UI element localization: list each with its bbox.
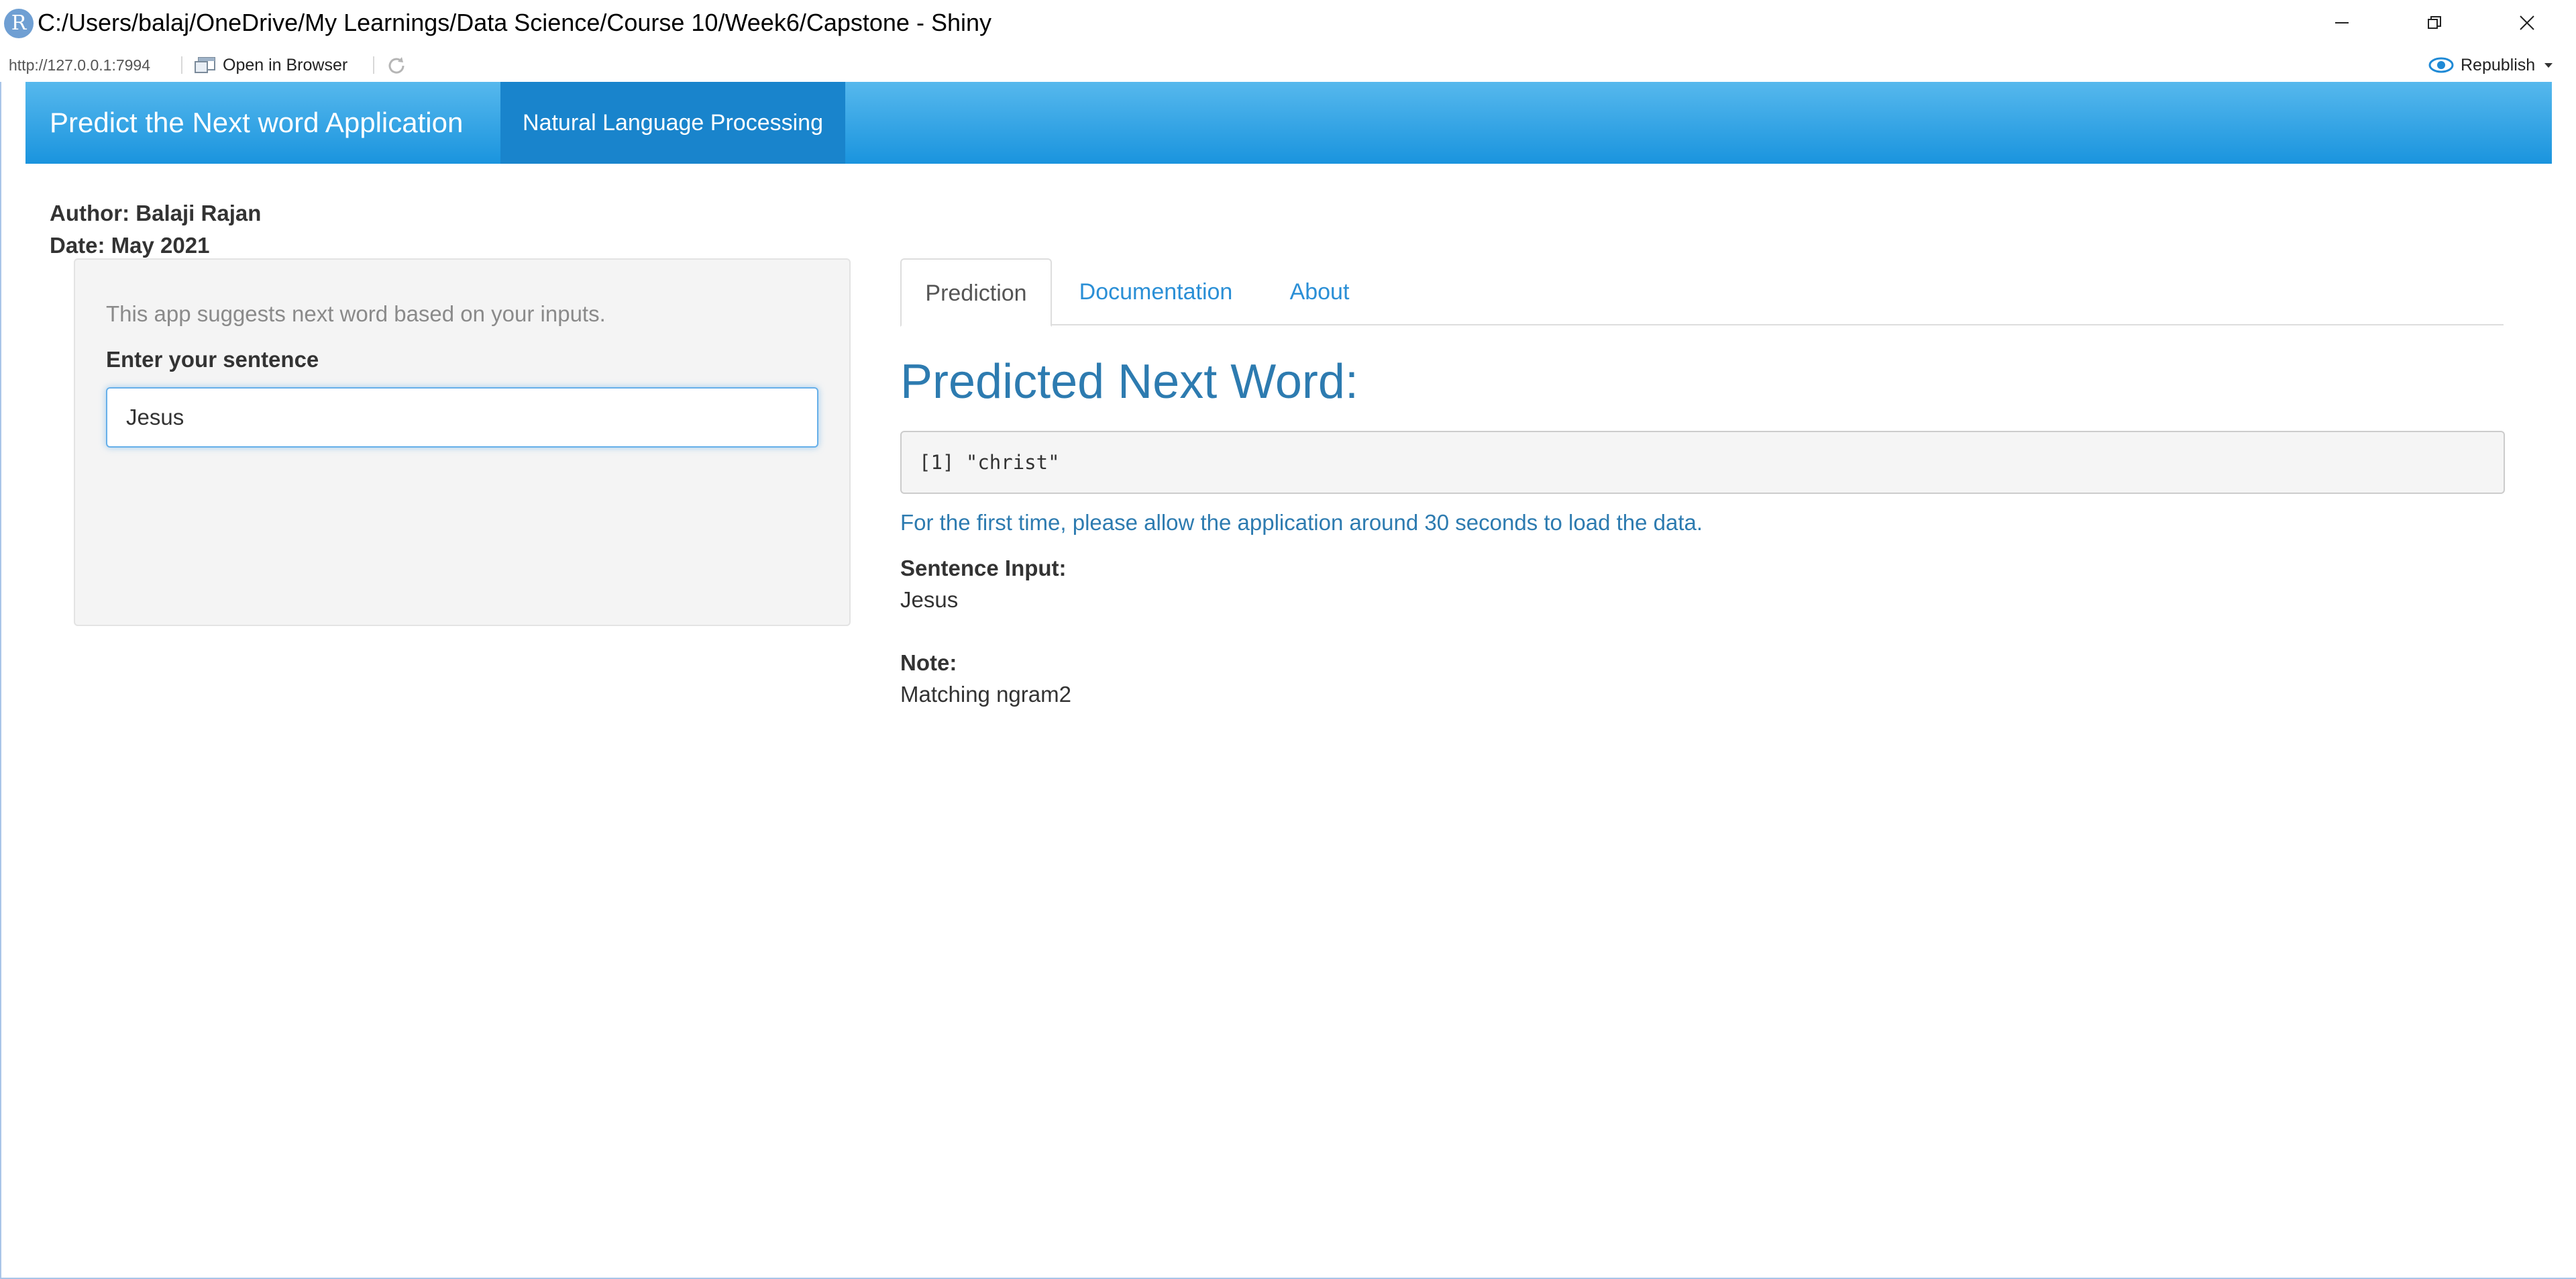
toolbar-divider	[373, 56, 374, 74]
sentence-input-value: Jesus	[900, 587, 959, 612]
sentence-input[interactable]	[106, 387, 818, 448]
note-heading: Note:	[900, 650, 957, 675]
window-title: C:/Users/balaj/OneDrive/My Learnings/Dat…	[38, 9, 991, 36]
tab-documentation[interactable]: Documentation	[1052, 258, 1260, 325]
publish-icon	[2428, 57, 2454, 73]
viewer-toolbar: http://127.0.0.1:7994 Open in Browser Re…	[0, 48, 2576, 83]
app-viewport: Predict the Next word Application Natura…	[0, 82, 2576, 1279]
toolbar-divider	[181, 56, 182, 74]
minimize-button[interactable]	[2305, 4, 2379, 42]
author-info: Author: Balaji Rajan Date: May 2021	[50, 197, 261, 262]
restore-button[interactable]	[2398, 4, 2471, 42]
note-value: Matching ngram2	[900, 682, 1071, 707]
close-icon	[2520, 15, 2534, 30]
caret-down-icon[interactable]	[2542, 60, 2555, 70]
refresh-button[interactable]	[384, 53, 409, 79]
republish-label: Republish	[2461, 55, 2536, 74]
prediction-output: [1] "christ"	[900, 431, 2505, 494]
nav-item-nlp[interactable]: Natural Language Processing	[500, 82, 845, 164]
tab-about[interactable]: About	[1260, 258, 1379, 325]
predicted-word: "christ"	[965, 451, 1060, 474]
date-line: Date: May 2021	[50, 233, 210, 258]
minimize-icon	[2335, 22, 2349, 23]
window-title-bar: R C:/Users/balaj/OneDrive/My Learnings/D…	[0, 0, 2576, 48]
open-in-browser-label: Open in Browser	[223, 55, 348, 74]
tabset: Prediction Documentation About	[900, 258, 2504, 327]
url-text[interactable]: http://127.0.0.1:7994	[9, 56, 150, 74]
author-line: Author: Balaji Rajan	[50, 201, 262, 225]
tab-prediction[interactable]: Prediction	[900, 258, 1052, 327]
restore-icon	[2428, 16, 2441, 29]
sentence-input-heading: Sentence Input:	[900, 556, 1067, 580]
refresh-icon	[388, 57, 405, 74]
republish-button[interactable]: Republish	[2428, 54, 2555, 76]
sentence-input-label: Enter your sentence	[106, 347, 319, 372]
r-logo-icon: R	[4, 9, 34, 38]
app-brand[interactable]: Predict the Next word Application	[50, 82, 463, 164]
prediction-heading: Predicted Next Word:	[900, 355, 1358, 409]
sidebar-panel: This app suggests next word based on you…	[74, 258, 851, 626]
close-window-button[interactable]	[2490, 4, 2564, 42]
navbar: Predict the Next word Application Natura…	[25, 82, 2552, 164]
browser-window-icon	[195, 57, 215, 73]
load-time-note: For the first time, please allow the app…	[900, 510, 1703, 535]
help-text: This app suggests next word based on you…	[106, 301, 606, 326]
output-index: [1]	[919, 451, 955, 474]
open-in-browser-button[interactable]: Open in Browser	[195, 54, 347, 76]
